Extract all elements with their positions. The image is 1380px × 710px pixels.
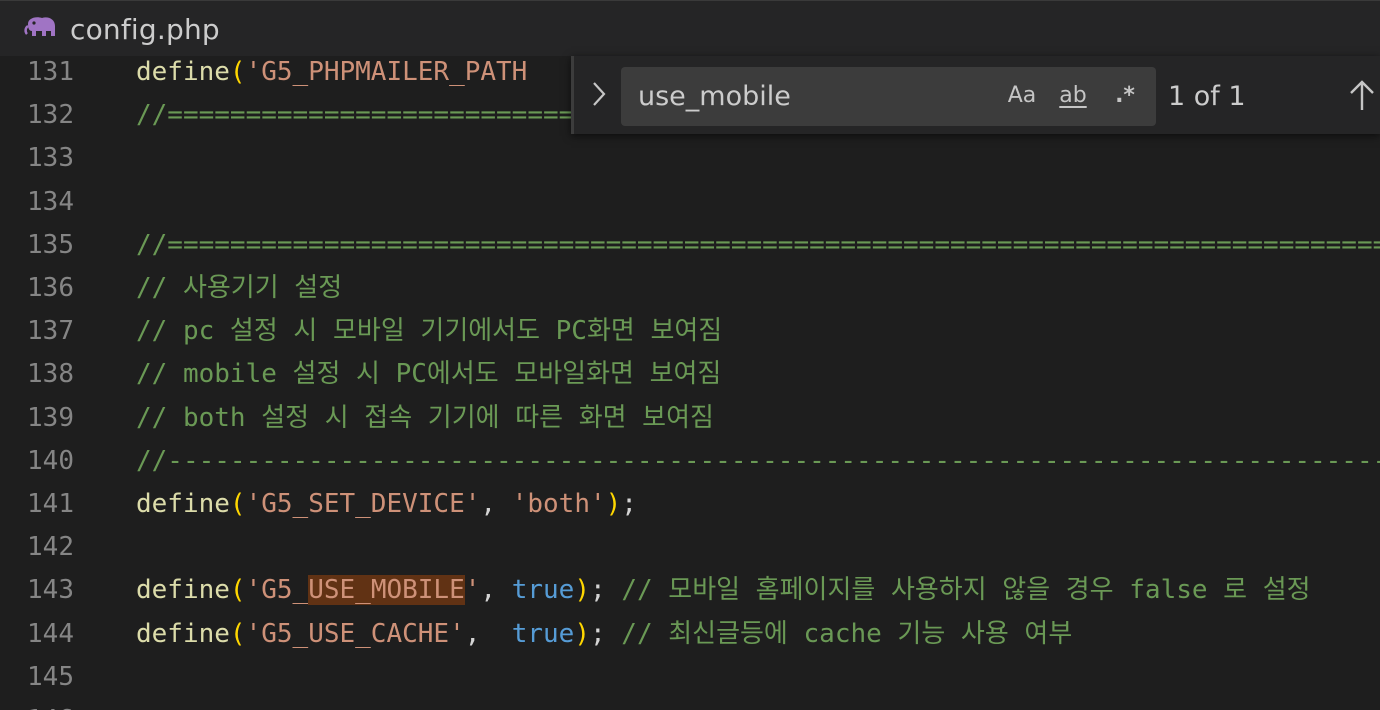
line-code: define('G5_USE_MOBILE', true); // 모바일 홈페… — [136, 569, 1311, 612]
code-token: ; — [621, 489, 637, 519]
code-line[interactable]: 134 — [0, 181, 1380, 224]
toggle-replace-button[interactable] — [584, 74, 614, 114]
code-token: 'G5_SET_DEVICE' — [245, 489, 481, 519]
line-number: 131 — [27, 57, 74, 87]
use-regex-button[interactable]: .* — [1107, 79, 1143, 113]
tab-title: config.php — [70, 12, 220, 46]
line-number: 142 — [27, 532, 74, 563]
chevron-right-icon — [593, 82, 606, 106]
code-token: ( — [229, 57, 246, 87]
code-token: ( — [229, 618, 246, 649]
code-editor[interactable]: 131 define('G5_PHPMAILER_PATH 132//=======… — [0, 56, 1380, 710]
code-token: define — [136, 575, 230, 606]
line-code: // mobile 설정 시 PC에서도 모바일화면 보여짐 — [136, 353, 721, 396]
code-token: //--------------------------------------… — [136, 445, 1380, 476]
code-token: // both 설정 시 접속 기기에 따른 화면 보여짐 — [136, 402, 714, 433]
code-line[interactable]: 146 — [0, 699, 1380, 710]
line-number: 139 — [27, 402, 74, 433]
code-token: // 최신글등에 cache 기능 사용 여부 — [621, 618, 1073, 649]
php-elephant-icon — [24, 17, 55, 36]
line-number: 136 — [27, 273, 74, 303]
previous-match-button[interactable] — [1346, 76, 1378, 114]
code-line[interactable]: 135 //===================================… — [0, 224, 1380, 267]
code-line[interactable]: 138 // mobile 설정 시 PC에서도 모바일화면 보여짐 — [0, 353, 1380, 396]
code-token: ) — [574, 575, 590, 606]
line-code: // 사용기기 설정 — [136, 267, 342, 310]
code-token: //======================================… — [136, 229, 1380, 260]
code-token: 'G5_USE_CACHE' — [245, 618, 465, 649]
line-code: define('G5_USE_CACHE', true); // 최신글등에 c… — [136, 613, 1072, 656]
find-input-value: use_mobile — [638, 81, 791, 112]
line-code: // both 설정 시 접속 기기에 따른 화면 보여짐 — [136, 397, 714, 440]
code-token: ) — [574, 618, 590, 649]
code-line[interactable]: 145 — [0, 656, 1380, 699]
line-code: define('G5_SET_DEVICE', 'both'); — [136, 483, 637, 526]
find-widget: use_mobile Aa ab .* 1 of 1 — [571, 56, 1380, 134]
line-number: 134 — [27, 186, 74, 217]
code-token: ; — [590, 575, 622, 606]
code-token: true — [511, 575, 575, 606]
code-token: define — [136, 57, 230, 87]
code-token: true — [511, 618, 575, 649]
search-match-highlight: USE_MOBILE — [308, 575, 465, 606]
code-token: ) — [605, 489, 622, 519]
code-token: , — [464, 618, 512, 649]
line-code: // pc 설정 시 모바일 기기에서도 PC화면 보여짐 — [136, 310, 722, 353]
code-token: // 모바일 홈페이지를 사용하지 않을 경우 false 로 설정 — [621, 575, 1311, 606]
line-number: 140 — [27, 445, 74, 476]
line-number: 138 — [27, 359, 74, 390]
code-token: ( — [229, 575, 246, 606]
line-number: 132 — [27, 100, 74, 131]
arrow-up-icon — [1350, 80, 1374, 110]
line-number: 145 — [27, 661, 74, 692]
code-line[interactable]: 143 define('G5_USE_MOBILE', true); // 모바일… — [0, 569, 1380, 612]
find-input[interactable]: use_mobile Aa ab .* — [621, 67, 1156, 126]
line-number: 135 — [27, 229, 74, 260]
line-number: 143 — [27, 575, 74, 606]
code-token: define — [136, 489, 230, 519]
code-token: 'G5_PHPMAILER_PATH — [245, 57, 528, 87]
line-code: //======================================… — [136, 224, 1380, 267]
line-code: define('G5_PHPMAILER_PATH — [136, 56, 527, 94]
code-line[interactable]: 144 define('G5_USE_CACHE', true); // 최신글등… — [0, 613, 1380, 656]
line-code: //--------------------------------------… — [136, 440, 1380, 483]
code-line[interactable]: 139 // both 설정 시 접속 기기에 따른 화면 보여짐 — [0, 397, 1380, 440]
code-line[interactable]: 133 — [0, 137, 1380, 180]
code-token: define — [136, 618, 230, 649]
line-number: 133 — [27, 143, 74, 174]
line-number: 137 — [27, 316, 74, 347]
code-token: , — [480, 575, 512, 606]
tab-bar: config.php — [0, 0, 1380, 56]
code-token: ( — [229, 489, 246, 519]
code-token: // 사용기기 설정 — [136, 273, 343, 303]
code-token: 'G5_ — [245, 575, 309, 606]
match-count: 1 of 1 — [1168, 81, 1246, 112]
code-line[interactable]: 142 — [0, 526, 1380, 569]
match-whole-word-button[interactable]: ab — [1051, 79, 1095, 113]
code-token: , — [480, 489, 512, 519]
code-line[interactable]: 137 // pc 설정 시 모바일 기기에서도 PC화면 보여짐 — [0, 310, 1380, 353]
whole-word-label: ab — [1059, 83, 1087, 108]
code-token: ' — [464, 575, 481, 606]
code-line[interactable]: 136 // 사용기기 설정 — [0, 267, 1380, 310]
code-line[interactable]: 141 define('G5_SET_DEVICE', 'both'); — [0, 483, 1380, 526]
line-number: 146 — [0, 699, 74, 710]
code-token: // pc 설정 시 모바일 기기에서도 PC화면 보여짐 — [136, 316, 723, 347]
code-token: 'both' — [511, 489, 606, 519]
match-case-label: Aa — [1007, 83, 1037, 108]
line-number: 144 — [27, 618, 74, 649]
code-token: // mobile 설정 시 PC에서도 모바일화면 보여짐 — [136, 359, 722, 390]
code-token: ; — [589, 618, 622, 649]
code-line[interactable]: 140 //-----------------------------------… — [0, 440, 1380, 483]
match-case-button[interactable]: Aa — [1003, 79, 1041, 113]
line-number: 141 — [27, 489, 74, 519]
regex-label: .* — [1115, 83, 1135, 108]
tab-config-php[interactable]: config.php — [0, 1, 240, 57]
